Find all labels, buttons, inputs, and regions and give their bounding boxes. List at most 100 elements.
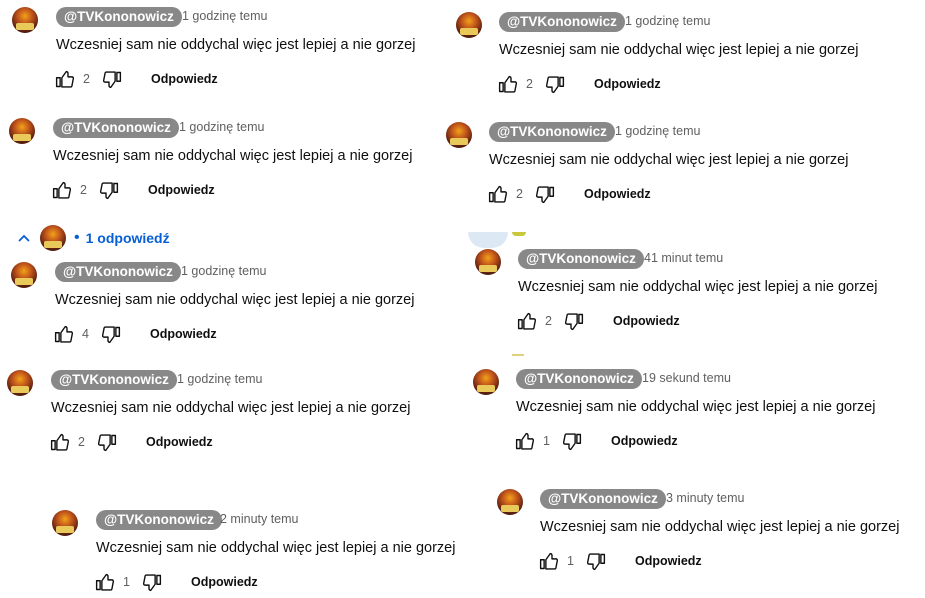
comment: @TVKononowicz 1 godzinę temu Wczesniej s… [11, 262, 431, 352]
comment-time[interactable]: 1 godzinę temu [177, 372, 262, 386]
avatar[interactable] [11, 262, 37, 288]
reply-button[interactable]: Odpowiedz [584, 187, 651, 201]
like-count: 2 [80, 183, 87, 197]
comment-time[interactable]: 3 minuty temu [666, 491, 745, 505]
comment-text: Wczesniej sam nie oddychal więc jest lep… [96, 540, 456, 556]
replies-toggle[interactable]: • 1 odpowiedź [16, 225, 170, 251]
comment: @TVKononowicz 1 godzinę temu Wczesniej s… [456, 12, 886, 102]
avatar[interactable] [497, 489, 523, 515]
author-name[interactable]: @TVKononowicz [55, 262, 181, 282]
thumbs-up-icon[interactable] [53, 68, 75, 90]
thumbs-up-icon[interactable] [48, 431, 70, 453]
comment-actions: 2 Odpowiedz [496, 72, 661, 96]
comment-time[interactable]: 19 sekund temu [642, 371, 731, 385]
reply-button[interactable]: Odpowiedz [150, 327, 217, 341]
comment: @TVKononowicz 1 godzinę temu Wczesniej s… [446, 122, 876, 212]
thumbs-up-icon[interactable] [515, 310, 537, 332]
avatar[interactable] [12, 7, 38, 33]
avatar[interactable] [446, 122, 472, 148]
scroll-fragment [468, 232, 508, 248]
chevron-up-icon[interactable] [16, 230, 32, 246]
avatar-fragment [512, 232, 526, 236]
comment-time[interactable]: 41 minut temu [644, 251, 723, 265]
reply-button[interactable]: Odpowiedz [151, 72, 218, 86]
comment-time[interactable]: 1 godzinę temu [179, 120, 264, 134]
comment: @TVKononowicz 1 godzinę temu Wczesniej s… [9, 118, 429, 208]
author-name[interactable]: @TVKononowicz [499, 12, 625, 32]
comment-actions: 2 Odpowiedz [53, 67, 218, 91]
thumbs-down-icon[interactable] [544, 73, 566, 95]
comment-text: Wczesniej sam nie oddychal więc jest lep… [518, 279, 878, 295]
reply-button[interactable]: Odpowiedz [594, 77, 661, 91]
author-name[interactable]: @TVKononowicz [516, 369, 642, 389]
reply-button[interactable]: Odpowiedz [191, 575, 258, 589]
thumbs-up-icon[interactable] [513, 430, 535, 452]
comment-text: Wczesniej sam nie oddychal więc jest lep… [53, 148, 413, 164]
avatar-fragment [512, 354, 524, 356]
reply-button[interactable]: Odpowiedz [148, 183, 215, 197]
comment-text: Wczesniej sam nie oddychal więc jest lep… [540, 519, 900, 535]
thumbs-down-icon[interactable] [100, 323, 122, 345]
thumbs-up-icon[interactable] [496, 73, 518, 95]
thumbs-up-icon[interactable] [486, 183, 508, 205]
comment-time[interactable]: 1 godzinę temu [615, 124, 700, 138]
comment: @TVKononowicz 19 sekund temu Wczesniej s… [473, 369, 903, 459]
comment-time[interactable]: 1 godzinę temu [181, 264, 266, 278]
author-name[interactable]: @TVKononowicz [489, 122, 615, 142]
comment-time[interactable]: 1 godzinę temu [625, 14, 710, 28]
author-name[interactable]: @TVKononowicz [96, 510, 222, 530]
avatar[interactable] [475, 249, 501, 275]
thumbs-down-icon[interactable] [561, 430, 583, 452]
comment-time[interactable]: 2 minuty temu [220, 512, 299, 526]
thumbs-down-icon[interactable] [98, 179, 120, 201]
comment-text: Wczesniej sam nie oddychal więc jest lep… [489, 152, 849, 168]
like-count: 2 [526, 77, 533, 91]
avatar[interactable] [7, 370, 33, 396]
like-count: 1 [123, 575, 130, 589]
reply-button[interactable]: Odpowiedz [635, 554, 702, 568]
avatar [40, 225, 66, 251]
author-name[interactable]: @TVKononowicz [518, 249, 644, 269]
reply-button[interactable]: Odpowiedz [611, 434, 678, 448]
reply-button[interactable]: Odpowiedz [613, 314, 680, 328]
comment-text: Wczesniej sam nie oddychal więc jest lep… [516, 399, 876, 415]
comment-actions: 2 Odpowiedz [486, 182, 651, 206]
comment-text: Wczesniej sam nie oddychal więc jest lep… [499, 42, 859, 58]
comment-text: Wczesniej sam nie oddychal więc jest lep… [51, 400, 411, 416]
thumbs-down-icon[interactable] [534, 183, 556, 205]
comment-actions: 2 Odpowiedz [515, 309, 680, 333]
thumbs-down-icon[interactable] [96, 431, 118, 453]
thumbs-up-icon[interactable] [52, 323, 74, 345]
thumbs-up-icon[interactable] [537, 550, 559, 572]
thumbs-down-icon[interactable] [563, 310, 585, 332]
comment-actions: 2 Odpowiedz [48, 430, 213, 454]
comment: @TVKononowicz 3 minuty temu Wczesniej sa… [497, 489, 922, 579]
like-count: 2 [516, 187, 523, 201]
author-name[interactable]: @TVKononowicz [53, 118, 179, 138]
like-count: 4 [82, 327, 89, 341]
thumbs-down-icon[interactable] [141, 571, 163, 593]
comment-actions: 1 Odpowiedz [513, 429, 678, 453]
comment-text: Wczesniej sam nie oddychal więc jest lep… [56, 37, 416, 53]
avatar[interactable] [456, 12, 482, 38]
avatar[interactable] [473, 369, 499, 395]
comment: @TVKononowicz 1 godzinę temu Wczesniej s… [7, 370, 427, 460]
thumbs-down-icon[interactable] [585, 550, 607, 572]
reply-button[interactable]: Odpowiedz [146, 435, 213, 449]
like-count: 2 [83, 72, 90, 86]
avatar[interactable] [52, 510, 78, 536]
thumbs-down-icon[interactable] [101, 68, 123, 90]
thumbs-up-icon[interactable] [93, 571, 115, 593]
comment-time[interactable]: 1 godzinę temu [182, 9, 267, 23]
avatar[interactable] [9, 118, 35, 144]
comment-actions: 1 Odpowiedz [537, 549, 702, 573]
thumbs-up-icon[interactable] [50, 179, 72, 201]
author-name[interactable]: @TVKononowicz [540, 489, 666, 509]
author-name[interactable]: @TVKononowicz [51, 370, 177, 390]
author-name[interactable]: @TVKononowicz [56, 7, 182, 27]
replies-count-link[interactable]: 1 odpowiedź [86, 230, 170, 246]
comment-actions: 4 Odpowiedz [52, 322, 217, 346]
comment: @TVKononowicz 2 minuty temu Wczesniej sa… [52, 510, 472, 598]
comment-actions: 1 Odpowiedz [93, 570, 258, 594]
comment-text: Wczesniej sam nie oddychal więc jest lep… [55, 292, 415, 308]
